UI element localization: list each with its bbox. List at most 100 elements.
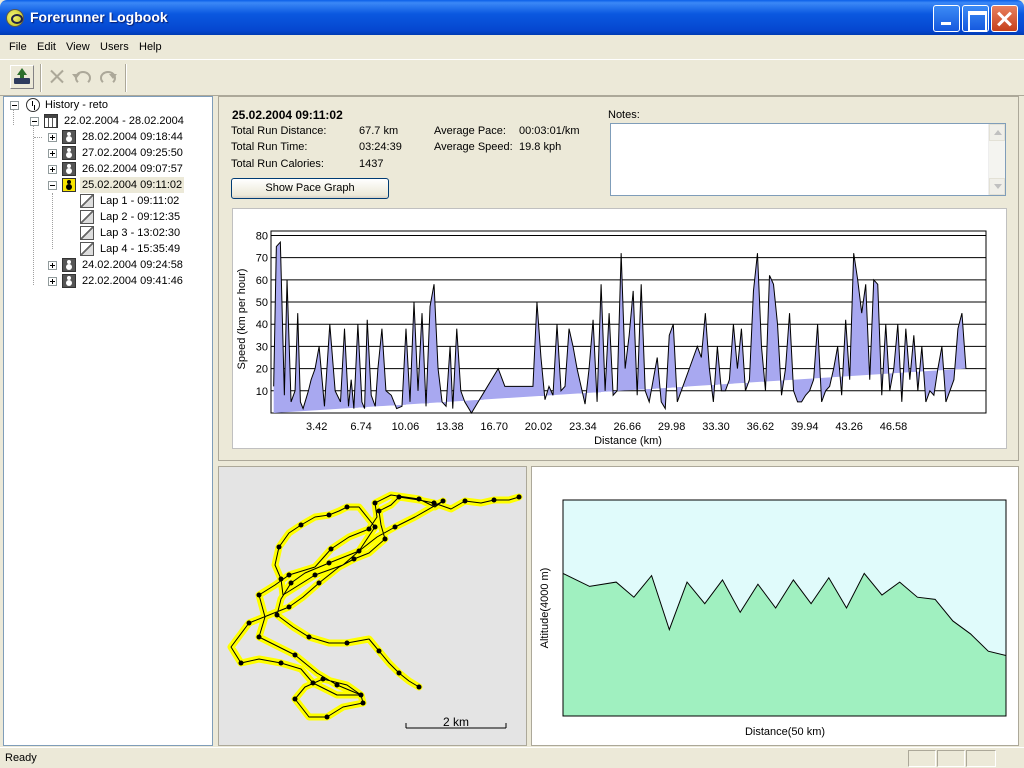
- calories-label: Total Run Calories:: [231, 158, 324, 170]
- route-trackpoint: [344, 640, 350, 646]
- tree-week-label: 22.02.2004 - 28.02.2004: [64, 115, 184, 127]
- tree-lap[interactable]: Lap 3 - 13:02:30: [80, 225, 200, 241]
- route-trackpoint: [292, 696, 298, 702]
- tree-lap[interactable]: Lap 1 - 09:11:02: [80, 193, 200, 209]
- route-trackpoint: [316, 580, 322, 586]
- route-trackpoint: [351, 556, 357, 562]
- scroll-down-arrow-icon[interactable]: [989, 178, 1005, 195]
- tree-lap-label: Lap 3 - 13:02:30: [100, 227, 181, 239]
- route-trackpoint: [358, 692, 364, 698]
- speed-xtick-label: 10.06: [392, 421, 420, 433]
- expand-icon[interactable]: [48, 133, 57, 142]
- menu-view[interactable]: View: [66, 41, 90, 53]
- speed-xtick-label: 36.62: [747, 421, 775, 433]
- pace-label: Average Pace:: [434, 125, 506, 137]
- speed-xtick-label: 6.74: [350, 421, 371, 433]
- toolbar: [0, 60, 1024, 96]
- route-map[interactable]: 2 km: [219, 467, 526, 745]
- tree-run[interactable]: 22.02.2004 09:41:46: [46, 273, 206, 289]
- altitude-chart: Distance(50 km) Altitude(4000 m): [539, 499, 1007, 738]
- speed-ytick-label: 80: [256, 230, 268, 242]
- expand-icon[interactable]: [48, 261, 57, 270]
- tree-run-selected[interactable]: 25.02.2004 09:11:02: [46, 177, 206, 193]
- route-trackpoint: [292, 652, 298, 658]
- speed-xtick-label: 46.58: [880, 421, 908, 433]
- speed-chart-frame: 10 20 30 40 50 60 70 80 3.42 6.74 10.06 13.38 16.70…: [232, 208, 1007, 449]
- menu-file[interactable]: File: [9, 41, 27, 53]
- menu-users[interactable]: Users: [100, 41, 129, 53]
- delete-x-icon[interactable]: [45, 65, 69, 89]
- minimize-button[interactable]: [933, 5, 960, 32]
- history-tree[interactable]: History - reto 22.02.2004 - 28.02.2004 2…: [3, 96, 213, 746]
- map-panel[interactable]: 2 km: [218, 466, 527, 746]
- expand-icon[interactable]: [48, 277, 57, 286]
- route-trackpoint: [356, 548, 362, 554]
- tree-run[interactable]: 26.02.2004 09:07:57: [46, 161, 206, 177]
- tree-run[interactable]: 27.02.2004 09:25:50: [46, 145, 206, 161]
- forerunner-app-icon[interactable]: [6, 9, 24, 27]
- time-label: Total Run Time:: [231, 141, 308, 153]
- scroll-up-arrow-icon[interactable]: [989, 124, 1005, 141]
- tree-run-label: 28.02.2004 09:18:44: [82, 131, 183, 143]
- time-value: 03:24:39: [359, 141, 402, 153]
- title-bar[interactable]: Forerunner Logbook: [0, 0, 1024, 35]
- route-trackpoint: [274, 612, 280, 618]
- speed-xtick-label: 23.34: [569, 421, 597, 433]
- tree-lap[interactable]: Lap 4 - 15:35:49: [80, 241, 200, 257]
- route-trackpoint: [416, 684, 422, 690]
- collapse-icon[interactable]: [30, 117, 39, 126]
- route-trackpoint: [392, 524, 398, 530]
- tree-week[interactable]: 22.02.2004 - 28.02.2004: [28, 113, 208, 129]
- menu-help[interactable]: Help: [139, 41, 162, 53]
- run-details-panel: 25.02.2004 09:11:02 Total Run Distance: …: [218, 96, 1019, 461]
- altitude-ylabel: Altitude(4000 m): [539, 568, 551, 649]
- redo-icon[interactable]: [95, 65, 119, 89]
- status-pane: [937, 750, 965, 767]
- tree-run[interactable]: 24.02.2004 09:24:58: [46, 257, 206, 273]
- collapse-icon[interactable]: [48, 181, 57, 190]
- notes-textarea[interactable]: [610, 123, 1006, 196]
- route-trackpoint: [396, 670, 402, 676]
- route-trackpoint: [326, 512, 332, 518]
- speed-ytick-label: 50: [256, 297, 268, 309]
- route-trackpoint: [440, 498, 446, 504]
- tree-lap-label: Lap 2 - 09:12:35: [100, 211, 181, 223]
- route-trackpoint: [298, 522, 304, 528]
- upload-button[interactable]: [10, 65, 34, 89]
- speed-ytick-label: 70: [256, 253, 268, 265]
- route-trackpoint: [256, 634, 262, 640]
- route-trackpoint: [396, 494, 402, 500]
- route-trackpoint: [372, 500, 378, 506]
- route-trackpoint: [366, 526, 372, 532]
- lap-icon: [80, 194, 94, 208]
- tree-root[interactable]: History - reto: [8, 97, 208, 113]
- notes-scrollbar[interactable]: [988, 124, 1005, 195]
- menu-edit[interactable]: Edit: [37, 41, 56, 53]
- expand-icon[interactable]: [48, 165, 57, 174]
- runner-icon: [62, 178, 76, 192]
- close-button[interactable]: [991, 5, 1018, 32]
- speed-ytick-label: 10: [256, 386, 268, 398]
- route-trackpoint: [288, 580, 294, 586]
- history-clock-icon: [26, 98, 40, 112]
- toolbar-separator: [40, 64, 42, 92]
- tree-lap[interactable]: Lap 2 - 09:12:35: [80, 209, 200, 225]
- route-trackpoint: [312, 572, 318, 578]
- tree-lap-label: Lap 1 - 09:11:02: [100, 195, 180, 207]
- collapse-icon[interactable]: [10, 101, 19, 110]
- map-scale-label: 2 km: [443, 715, 469, 729]
- route-trackpoint: [310, 680, 316, 686]
- tree-run-label: 25.02.2004 09:11:02: [80, 177, 185, 193]
- show-pace-graph-button[interactable]: Show Pace Graph: [231, 178, 389, 199]
- undo-icon[interactable]: [70, 65, 94, 89]
- route-trackpoint: [491, 497, 497, 503]
- speed-xtick-label: 43.26: [835, 421, 863, 433]
- expand-icon[interactable]: [48, 149, 57, 158]
- speed-value: 19.8 kph: [519, 141, 562, 153]
- lap-icon: [80, 210, 94, 224]
- speed-xtick-label: 20.02: [525, 421, 553, 433]
- route-trackpoint: [286, 572, 292, 578]
- lap-icon: [80, 226, 94, 240]
- tree-run[interactable]: 28.02.2004 09:18:44: [34, 129, 206, 145]
- maximize-button[interactable]: [962, 5, 989, 32]
